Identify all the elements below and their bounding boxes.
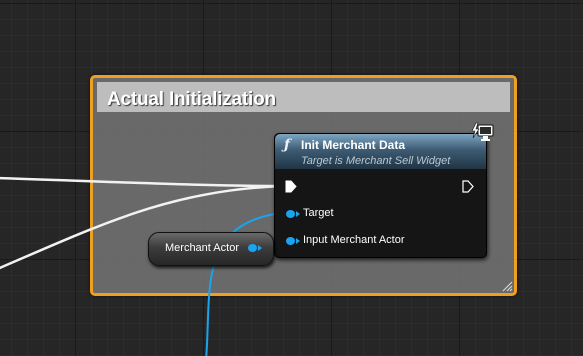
target-pin-label: Target <box>303 207 334 219</box>
networked-monitor-icon <box>471 122 494 141</box>
merchant-actor-output-pin[interactable] <box>248 244 257 252</box>
init-merchant-data-node[interactable]: ƒ Init Merchant Data Target is Merchant … <box>274 133 487 258</box>
input-merchant-actor-pin[interactable] <box>286 237 295 245</box>
exec-in-pin[interactable] <box>285 180 297 193</box>
target-pin-arrow-icon <box>296 211 300 217</box>
input-merchant-actor-pin-label: Input Merchant Actor <box>303 234 405 246</box>
resize-handle-icon[interactable] <box>501 280 513 292</box>
node-subtitle: Target is Merchant Sell Widget <box>301 155 451 167</box>
target-pin[interactable] <box>286 210 295 218</box>
input-merchant-actor-pin-arrow-icon <box>296 238 300 244</box>
node-header[interactable]: ƒ Init Merchant Data Target is Merchant … <box>275 134 486 169</box>
merchant-actor-pin-arrow-icon <box>258 245 262 251</box>
merchant-actor-variable-node[interactable]: Merchant Actor <box>148 232 274 266</box>
node-title: Init Merchant Data <box>301 138 406 152</box>
function-f-icon: ƒ <box>284 137 291 153</box>
exec-out-pin[interactable] <box>462 180 474 193</box>
comment-title: Actual Initialization <box>107 89 276 110</box>
merchant-actor-label: Merchant Actor <box>165 242 239 254</box>
comment-header[interactable]: Actual Initialization <box>97 82 510 112</box>
